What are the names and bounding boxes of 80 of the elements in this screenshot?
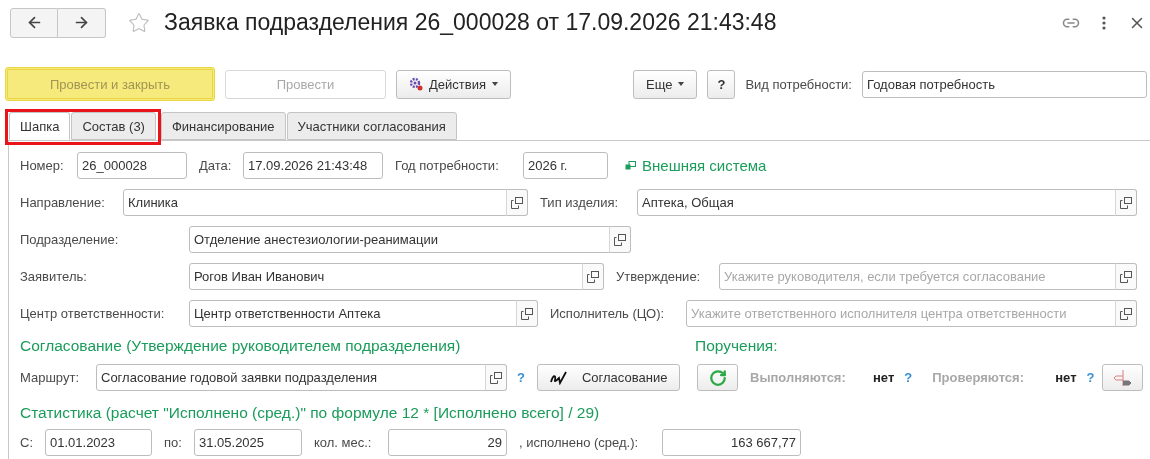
input-field[interactable]: 17.09.2026 21:43:48 <box>243 152 383 179</box>
open-button[interactable] <box>1115 300 1137 327</box>
window-icon <box>1120 270 1132 283</box>
field-label: Дата: <box>199 158 232 173</box>
window-icon <box>521 307 533 320</box>
input-field[interactable]: Центр ответственности Аптека <box>189 300 517 327</box>
field-label: Подразделение: <box>20 232 119 247</box>
field-label: Тип изделия: <box>540 195 619 210</box>
field-label: Утверждение: <box>616 269 701 284</box>
input-field[interactable]: Рогов Иван Иванович <box>189 263 583 290</box>
forward-button[interactable] <box>58 7 106 38</box>
menu-icon <box>1102 15 1106 30</box>
open-button[interactable] <box>609 226 631 253</box>
field-label: Год потребности: <box>395 158 499 173</box>
refresh-button[interactable] <box>697 364 738 391</box>
star-icon[interactable] <box>128 11 150 34</box>
field-label: С: <box>20 435 33 450</box>
open-button[interactable] <box>582 263 604 290</box>
field-label: кол. мес.: <box>314 435 372 450</box>
open-button[interactable] <box>506 189 528 216</box>
field-label: Маршрут: <box>20 370 79 385</box>
approval-button[interactable]: Согласование <box>536 364 681 391</box>
input-field[interactable]: Аптека, Общая <box>637 189 1116 216</box>
tab[interactable]: Шапка <box>9 112 71 140</box>
help-link[interactable]: ? <box>904 370 913 385</box>
input-field[interactable]: Отделение анестезиологии-реанимации <box>189 226 610 253</box>
refresh-icon <box>708 368 727 387</box>
window-icon <box>490 371 502 384</box>
window-icon <box>587 270 599 283</box>
section-heading: Статистика (расчет "Исполнено (сред.)" по формуле 12 * [Исполнено всего] / 29) <box>20 404 601 422</box>
input-field[interactable]: Клиника <box>123 189 507 216</box>
input-field[interactable]: 01.01.2023 <box>45 429 152 456</box>
section-heading: Согласование (Утверждение руководителем подразделения) <box>20 337 462 355</box>
window-icon <box>1120 196 1132 209</box>
field-label: Номер: <box>20 158 64 173</box>
task-label: Проверяются: <box>932 370 1024 385</box>
signature-icon <box>549 370 568 385</box>
task-value: нет <box>873 370 895 385</box>
open-button[interactable] <box>485 364 507 391</box>
window-icon <box>614 233 626 246</box>
section-heading: Поручения: <box>695 337 779 355</box>
input-field[interactable]: Укажите ответственного исполнителя центра ответственности <box>686 300 1116 327</box>
open-button[interactable] <box>1115 189 1137 216</box>
caret-icon <box>678 82 685 86</box>
input-field[interactable]: 26_000028 <box>77 152 187 179</box>
caret-icon <box>491 82 498 86</box>
field-label: Заявитель: <box>20 269 87 284</box>
field-label: Центр ответственности: <box>20 306 165 321</box>
window-icon <box>511 196 523 209</box>
field-label: по: <box>164 435 182 450</box>
window-icon <box>1120 307 1132 320</box>
field-label: Вид потребности: <box>745 76 852 92</box>
toolbar-button[interactable]: Еще <box>633 69 698 99</box>
task-label: Выполняются: <box>750 370 846 385</box>
tab[interactable]: Финансирование <box>160 112 286 140</box>
input-field[interactable]: 163 667,77 <box>662 429 801 456</box>
input-field[interactable]: 29 <box>388 429 507 456</box>
tab[interactable]: Участники согласования <box>286 112 457 140</box>
input-field[interactable]: Укажите руководителя, если требуется согласование <box>719 263 1116 290</box>
input-field[interactable]: 31.05.2025 <box>194 429 302 456</box>
window-icon <box>625 161 636 170</box>
task-value: нет <box>1055 370 1077 385</box>
input-field[interactable]: Годовая потребность <box>862 70 1147 98</box>
gear-icon <box>409 77 423 91</box>
open-button[interactable] <box>1115 263 1137 290</box>
field-label: Исполнитель (ЦО): <box>550 306 665 321</box>
open-button[interactable] <box>516 300 538 327</box>
window-title: Заявка подразделения 26_000028 от 17.09.2026 21:43:48 <box>164 9 778 36</box>
external-system-link[interactable]: Внешняя система <box>625 157 767 174</box>
back-button[interactable] <box>10 7 58 38</box>
input-field[interactable]: 2026 г. <box>523 152 608 179</box>
help-link[interactable]: ? <box>517 370 525 385</box>
input-field[interactable]: Согласование годовой заявки подразделения <box>96 364 486 391</box>
field-label: Направление: <box>20 195 105 210</box>
toolbar-button[interactable]: Действия <box>396 69 511 99</box>
signpost-icon <box>1112 367 1133 388</box>
toolbar-button[interactable]: ? <box>707 69 736 99</box>
tab[interactable]: Состав (3) <box>71 112 156 140</box>
field-label: , исполнено (сред.): <box>519 435 639 450</box>
route-button[interactable] <box>1102 364 1144 391</box>
